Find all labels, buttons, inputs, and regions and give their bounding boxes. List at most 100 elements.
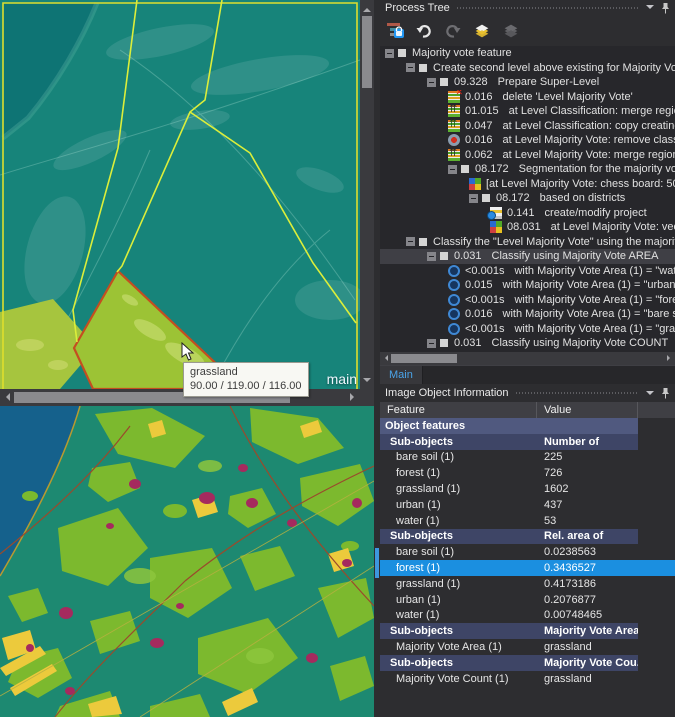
table-row[interactable]: Majority Vote Count (1)grassland [380,671,675,687]
table-row[interactable]: urban (1)0.2076877 [380,592,675,608]
copy-level-icon [448,120,460,132]
tree-row[interactable]: 0.016with Majority Vote Area (1) = "bare… [380,307,675,322]
feature-table[interactable]: Feature Value Object featuresSub-objects… [380,402,675,687]
ioi-titlebar[interactable]: Image Object Information [380,384,675,402]
undo-icon[interactable] [414,21,434,41]
merge-region-icon [448,149,460,161]
table-row[interactable]: water (1)53 [380,513,675,529]
process-label: at Level Classification: copy creating '… [503,120,675,132]
scroll-right-icon[interactable] [350,393,358,401]
tab-main[interactable]: Main [380,366,423,384]
checkbox-icon[interactable] [419,238,427,246]
process-tree-lock-icon[interactable] [385,21,405,41]
vector-icon [490,221,502,233]
tree-row[interactable]: 08.172Segmentation for the majority vote… [380,162,675,177]
table-header-row[interactable]: Feature Value [380,402,675,418]
execution-time: 0.015 [465,279,493,291]
tree-row[interactable]: 0.015with Majority Vote Area (1) = "urba… [380,278,675,293]
redo-icon[interactable] [443,21,463,41]
tree-row[interactable]: <0.001swith Majority Vote Area (1) = "wa… [380,264,675,279]
checkbox-icon[interactable] [440,78,448,86]
table-section-row[interactable]: Sub-objectsMajority Vote Area [380,623,675,639]
expander-minus-icon[interactable] [385,49,394,58]
table-row[interactable]: grassland (1)0.4173186 [380,576,675,592]
execution-time: 0.141 [507,207,535,219]
expander-minus-icon[interactable] [427,78,436,87]
panel-title: Process Tree [385,2,450,14]
feature-cell: Majority Vote Count (1) [380,673,537,685]
expander-minus-icon[interactable] [427,339,436,348]
tree-row[interactable]: 0.016delete 'Level Majority Vote' [380,90,675,105]
panel-splitter[interactable] [374,0,380,717]
expander-minus-icon[interactable] [469,194,478,203]
table-row[interactable]: grassland (1)1602 [380,481,675,497]
table-row[interactable]: bare soil (1)0.0238563 [380,544,675,560]
expander-minus-icon[interactable] [448,165,457,174]
checkbox-icon[interactable] [440,339,448,347]
segmented-image-canvas[interactable] [0,0,374,389]
column-header-value[interactable]: Value [537,402,638,418]
classified-map-view[interactable] [0,406,374,717]
tree-row[interactable]: <0.001swith Majority Vote Area (1) = "fo… [380,293,675,308]
pin-icon[interactable] [661,2,670,14]
scroll-right-icon[interactable] [667,355,673,361]
scroll-down-icon[interactable] [363,378,371,386]
tree-row[interactable]: 0.062at Level Majority Vote: merge regio… [380,148,675,163]
top-map-vertical-scrollbar[interactable] [360,0,374,389]
table-row[interactable]: forest (1)726 [380,465,675,481]
chevron-down-icon[interactable] [646,5,654,13]
tree-row[interactable]: Majority vote feature [380,46,675,61]
splitter-handle[interactable] [375,548,379,578]
checkbox-icon[interactable] [482,194,490,202]
process-label: with Majority Vote Area (1) = "bare soil [503,308,675,320]
tree-row[interactable]: [at Level Majority Vote: chess board: 50… [380,177,675,192]
classification-raster-canvas[interactable] [0,406,374,717]
tree-row[interactable]: 0.031Classify using Majority Vote AREA [380,249,675,264]
tree-row[interactable]: 01.015at Level Classification: merge reg… [380,104,675,119]
checkbox-icon[interactable] [398,49,406,57]
process-tree-list[interactable]: Majority vote featureCreate second level… [380,46,675,352]
table-row[interactable]: urban (1)437 [380,497,675,513]
tree-row[interactable]: 0.016at Level Majority Vote: remove clas… [380,133,675,148]
scrollbar-thumb[interactable] [391,354,457,363]
tree-row[interactable]: Create second level above existing for M… [380,61,675,76]
column-header-feature[interactable]: Feature [380,402,537,418]
expander-minus-icon[interactable] [406,63,415,72]
feature-cell: grassland (1) [380,483,537,495]
chevron-down-icon[interactable] [646,391,654,399]
tree-row[interactable]: Classify the "Level Majority Vote" using… [380,235,675,250]
tree-row[interactable]: <0.001swith Majority Vote Area (1) = "gr… [380,322,675,337]
pin-icon[interactable] [661,387,670,399]
scroll-left-icon[interactable] [2,393,10,401]
table-section-row[interactable]: Sub-objectsNumber of [380,434,675,450]
process-tree-titlebar[interactable]: Process Tree [380,0,675,15]
expander-minus-icon[interactable] [406,237,415,246]
table-section-row[interactable]: Sub-objectsRel. area of [380,529,675,545]
scrollbar-thumb[interactable] [362,16,372,88]
process-label: Prepare Super-Level [498,76,600,88]
table-section-row[interactable]: Sub-objectsMajority Vote Cou... [380,655,675,671]
table-row[interactable]: water (1)0.00748465 [380,608,675,624]
table-row[interactable]: Majority Vote Area (1)grassland [380,639,675,655]
table-row[interactable]: forest (1)0.3436527 [380,560,675,576]
process-tree-horizontal-scrollbar[interactable] [380,352,675,365]
checkbox-icon[interactable] [419,64,427,72]
table-row[interactable]: bare soil (1)225 [380,450,675,466]
table-section-row[interactable]: Object features [380,418,675,434]
scroll-up-icon[interactable] [363,4,371,12]
expander-minus-icon[interactable] [427,252,436,261]
checkbox-icon[interactable] [461,165,469,173]
tree-row[interactable]: 0.141create/modify project [380,206,675,221]
execute-stack-icon[interactable] [472,21,492,41]
checkbox-icon[interactable] [440,252,448,260]
tree-row[interactable]: 08.031at Level Majority Vote: vector- [380,220,675,235]
tree-row[interactable]: 0.047at Level Classification: copy creat… [380,119,675,134]
tree-row[interactable]: 09.328Prepare Super-Level [380,75,675,90]
tree-row[interactable]: 0.031Classify using Majority Vote COUNT [380,336,675,351]
process-tree-panel: Process Tree [380,0,675,384]
feature-cell: grassland (1) [380,578,537,590]
top-map-view[interactable]: main [0,0,374,389]
tree-row[interactable]: 08.172based on districts [380,191,675,206]
classification-icon [448,308,460,320]
scroll-left-icon[interactable] [382,355,388,361]
